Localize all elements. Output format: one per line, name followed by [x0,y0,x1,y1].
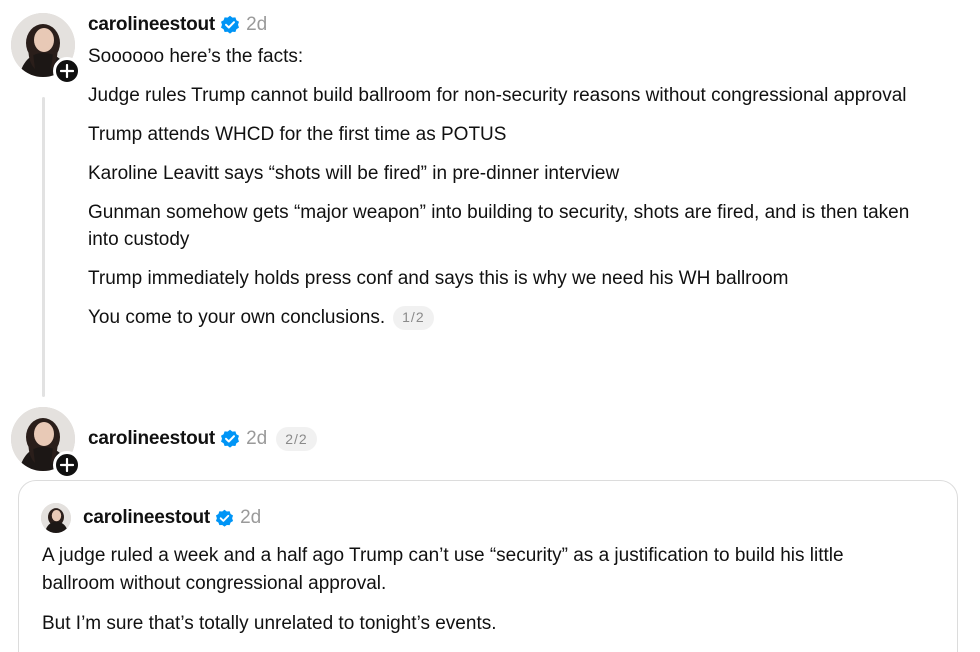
post-paragraph: Judge rules Trump cannot build ballroom … [88,85,907,106]
follow-button[interactable] [53,57,81,85]
plus-icon [60,64,74,78]
post-paragraph: You come to your own conclusions. [88,307,386,328]
quoted-paragraph: But I’m sure that’s totally unrelated to… [42,613,497,634]
post-timestamp[interactable]: 2d [246,428,267,450]
quoted-post-card[interactable]: carolineestout 2d A judge ruled a week a… [18,480,958,652]
follow-button[interactable] [53,451,81,479]
quoted-post-body: A judge ruled a week and a half ago Trum… [42,542,922,650]
avatar-photo-icon [41,503,71,533]
post-body: Soooooo here’s the facts: Judge rules Tr… [88,43,948,343]
verified-badge-icon [220,429,240,449]
quoted-post-header: carolineestout 2d [83,507,261,529]
username-link[interactable]: carolineestout [88,14,215,36]
username-link[interactable]: carolineestout [88,428,215,450]
thread-pager-badge: 1/2 [393,305,434,330]
post-paragraph: Trump immediately holds press conf and s… [88,268,789,289]
quoted-paragraph: A judge ruled a week and a half ago Trum… [42,545,844,594]
thread-connector-line [42,97,45,397]
author-avatar[interactable] [11,407,81,479]
post-paragraph: Gunman somehow gets “major weapon” into … [88,202,910,250]
post-timestamp[interactable]: 2d [246,14,267,36]
post-paragraph: Karoline Leavitt says “shots will be fir… [88,163,620,184]
verified-badge-icon [220,15,240,35]
post-paragraph: Trump attends WHCD for the first time as… [88,124,507,145]
post-last-line: You come to your own conclusions. 1/2 [88,304,948,331]
post-header: carolineestout 2d 2/2 [88,427,317,451]
post-paragraph: Soooooo here’s the facts: [88,46,304,67]
verified-badge-icon [215,509,234,528]
quoted-username-link[interactable]: carolineestout [83,507,210,529]
quoted-author-avatar[interactable] [41,503,71,533]
thread-pager-badge: 2/2 [276,427,317,451]
plus-icon [60,458,74,472]
post-header: carolineestout 2d [88,13,267,37]
quoted-post-timestamp[interactable]: 2d [240,507,261,529]
author-avatar[interactable] [11,13,81,85]
